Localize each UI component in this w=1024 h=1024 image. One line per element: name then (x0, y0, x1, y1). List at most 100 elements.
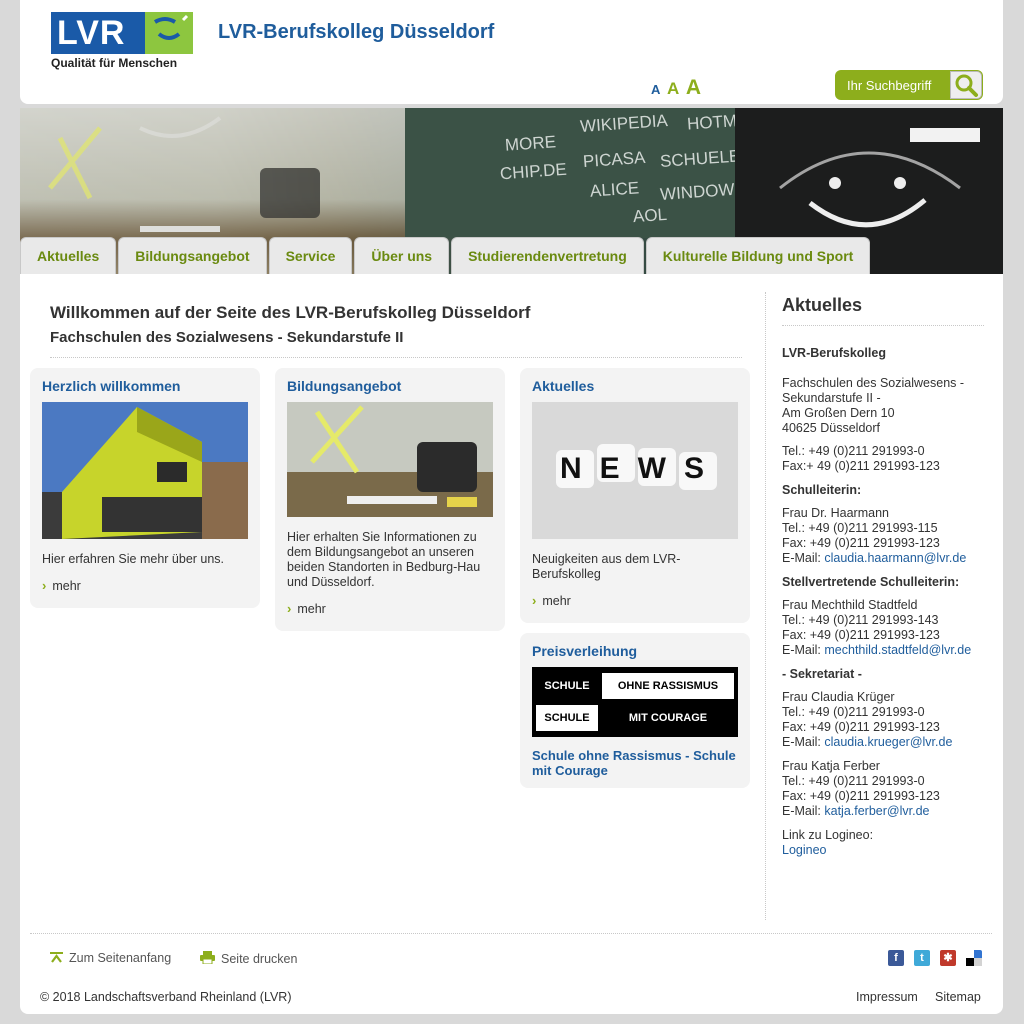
email-link[interactable]: claudia.krueger@lvr.de (824, 735, 952, 749)
card-text: Hier erhalten Sie Informationen zu dem B… (287, 530, 481, 589)
back-to-top-label[interactable]: Zum Seitenanfang (69, 951, 171, 965)
impressum-link[interactable]: Impressum (856, 990, 918, 1004)
contact-name: Frau Katja Ferber (782, 759, 880, 773)
logo-face-icon (145, 12, 193, 54)
chevron-right-icon: › (42, 578, 47, 593)
schule-ohne-rassismus-badge[interactable]: SCHULE OHNE RASSISMUS SCHULE MIT COURAGE (532, 667, 738, 737)
tab-service[interactable]: Service (268, 237, 353, 274)
tab-ueber-uns[interactable]: Über uns (354, 237, 450, 274)
address-line: 40625 Düsseldorf (782, 421, 880, 435)
search-input[interactable] (835, 70, 949, 100)
more-link-label[interactable]: mehr (297, 602, 325, 616)
email-label: E-Mail: (782, 804, 825, 818)
magnifier-icon (955, 74, 978, 97)
contact-tel: Tel.: +49 (0)211 291993-115 (782, 521, 938, 535)
contact-fax: Fax: +49 (0)211 291993-123 (782, 789, 940, 803)
school-building-image[interactable] (42, 402, 248, 539)
card-title[interactable]: Aktuelles (532, 378, 594, 394)
contact-fax: Fax: +49 (0)211 291993-123 (782, 536, 940, 550)
page-subtitle: Fachschulen des Sozialwesens - Sekundars… (50, 329, 404, 346)
divider (782, 325, 984, 326)
contact-fax: Fax: +49 (0)211 291993-123 (782, 628, 940, 642)
chalkboard-image[interactable] (287, 402, 493, 517)
contact-email-row: E-Mail: mechthild.stadtfeld@lvr.de (782, 643, 992, 658)
chevron-right-icon: › (532, 593, 537, 608)
tab-kulturelle-bildung-und-sport[interactable]: Kulturelle Bildung und Sport (645, 237, 871, 274)
sidebar: Aktuelles LVR-Berufskolleg Fachschulen d… (765, 292, 984, 920)
font-size-small-button[interactable]: A (651, 82, 660, 97)
award-link[interactable]: Schule ohne Rassismus - Schule mit Coura… (532, 748, 742, 778)
chalk-word: PICASA (582, 147, 646, 172)
more-link-label[interactable]: mehr (52, 579, 80, 593)
chalk-word: CHIP.DE (499, 159, 568, 184)
card-title[interactable]: Herzlich willkommen (42, 378, 180, 394)
font-size-switcher: A A A (651, 76, 704, 99)
contact-tel: Tel.: +49 (0)211 291993-0 (782, 774, 925, 788)
email-link[interactable]: mechthild.stadtfeld@lvr.de (824, 643, 971, 657)
back-to-top-link[interactable]: Zum Seitenanfang (50, 951, 171, 965)
site-title[interactable]: LVR-Berufskolleg Düsseldorf (218, 21, 494, 44)
more-link[interactable]: › mehr (287, 601, 326, 616)
social-bookmarks: f t ✱ (888, 950, 982, 966)
address-line: Am Großen Dern 10 (782, 406, 895, 420)
logineo-label: Link zu Logineo: (782, 828, 874, 842)
contact-email-row: E-Mail: katja.ferber@lvr.de (782, 804, 992, 819)
copyright: © 2018 Landschaftsverband Rheinland (LVR… (40, 990, 292, 1004)
main-content: Willkommen auf der Seite des LVR-Berufsk… (20, 274, 1003, 1014)
logo-text: LVR (57, 14, 126, 52)
card-title[interactable]: Bildungsangebot (287, 378, 401, 394)
contact-tel: Tel.: +49 (0)211 291993-143 (782, 613, 939, 627)
email-link[interactable]: claudia.haarmann@lvr.de (824, 551, 966, 565)
logineo-link[interactable]: Logineo (782, 843, 992, 858)
font-size-large-button[interactable]: A (686, 76, 701, 99)
mister-wong-icon[interactable]: ✱ (940, 950, 956, 966)
teaser-card-preisverleihung: Preisverleihung SCHULE OHNE RASSISMUS SC… (520, 633, 750, 788)
contact-fax: Fax: +49 (0)211 291993-123 (782, 720, 940, 734)
more-link[interactable]: › mehr (42, 578, 81, 593)
divider (30, 933, 992, 934)
contact-tel: Tel.: +49 (0)211 291993-0 (782, 705, 925, 719)
print-page-link[interactable]: Seite drucken (200, 951, 297, 966)
chalk-word: WINDOWS (659, 179, 747, 204)
more-link-label[interactable]: mehr (542, 594, 570, 608)
chalk-word: ALICE (589, 178, 640, 201)
contact-name: Frau Mechthild Stadtfeld (782, 598, 918, 612)
chalk-word: WIKIPEDIA (579, 110, 669, 137)
lvr-logo[interactable]: LVR Qualität für Menschen (51, 12, 193, 70)
delicious-icon[interactable] (966, 950, 982, 966)
font-size-medium-button[interactable]: A (667, 79, 679, 98)
search-button[interactable] (950, 71, 982, 99)
section-heading: Schulleiterin: (782, 483, 862, 497)
sitemap-link[interactable]: Sitemap (935, 990, 981, 1004)
arrow-up-icon (50, 952, 63, 963)
tab-studierendenvertretung[interactable]: Studierendenvertretung (451, 237, 644, 274)
badge-text: OHNE RASSISMUS (602, 673, 734, 699)
email-link[interactable]: katja.ferber@lvr.de (824, 804, 929, 818)
page-title: Willkommen auf der Seite des LVR-Berufsk… (50, 303, 531, 322)
tab-aktuelles[interactable]: Aktuelles (20, 237, 117, 274)
contact-email-row: E-Mail: claudia.krueger@lvr.de (782, 735, 992, 750)
chalk-word: MORE (504, 132, 557, 155)
sidebar-title: Aktuelles (782, 295, 863, 315)
card-title[interactable]: Preisverleihung (532, 643, 637, 659)
address-line: Fachschulen des Sozialwesens - (782, 376, 965, 390)
contact-name: Frau Dr. Haarmann (782, 506, 889, 520)
chevron-right-icon: › (287, 601, 292, 616)
teaser-card-aktuelles: Aktuelles NEWS Neuigkeiten aus dem LVR-B… (520, 368, 750, 623)
section-heading: - Sekretariat - (782, 667, 862, 681)
search-box (835, 70, 983, 100)
tab-bildungsangebot[interactable]: Bildungsangebot (118, 237, 267, 274)
site-header: LVR Qualität für Menschen LVR-Berufskoll… (20, 0, 1003, 104)
teaser-card-welcome: Herzlich willkommen Hier erfahren Sie me… (30, 368, 260, 608)
facebook-icon[interactable]: f (888, 950, 904, 966)
logo-mark: LVR (51, 12, 193, 54)
email-label: E-Mail: (782, 735, 825, 749)
teaser-card-bildungsangebot: Bildungsangebot Hier erhalten Sie Inform… (275, 368, 505, 631)
more-link[interactable]: › mehr (532, 593, 571, 608)
news-image[interactable]: NEWS (532, 402, 738, 539)
print-page-label[interactable]: Seite drucken (221, 952, 297, 966)
org-name: LVR-Berufskolleg (782, 346, 886, 360)
twitter-icon[interactable]: t (914, 950, 930, 966)
phone: Tel.: +49 (0)211 291993-0 (782, 444, 925, 458)
badge-text: SCHULE (544, 680, 590, 692)
